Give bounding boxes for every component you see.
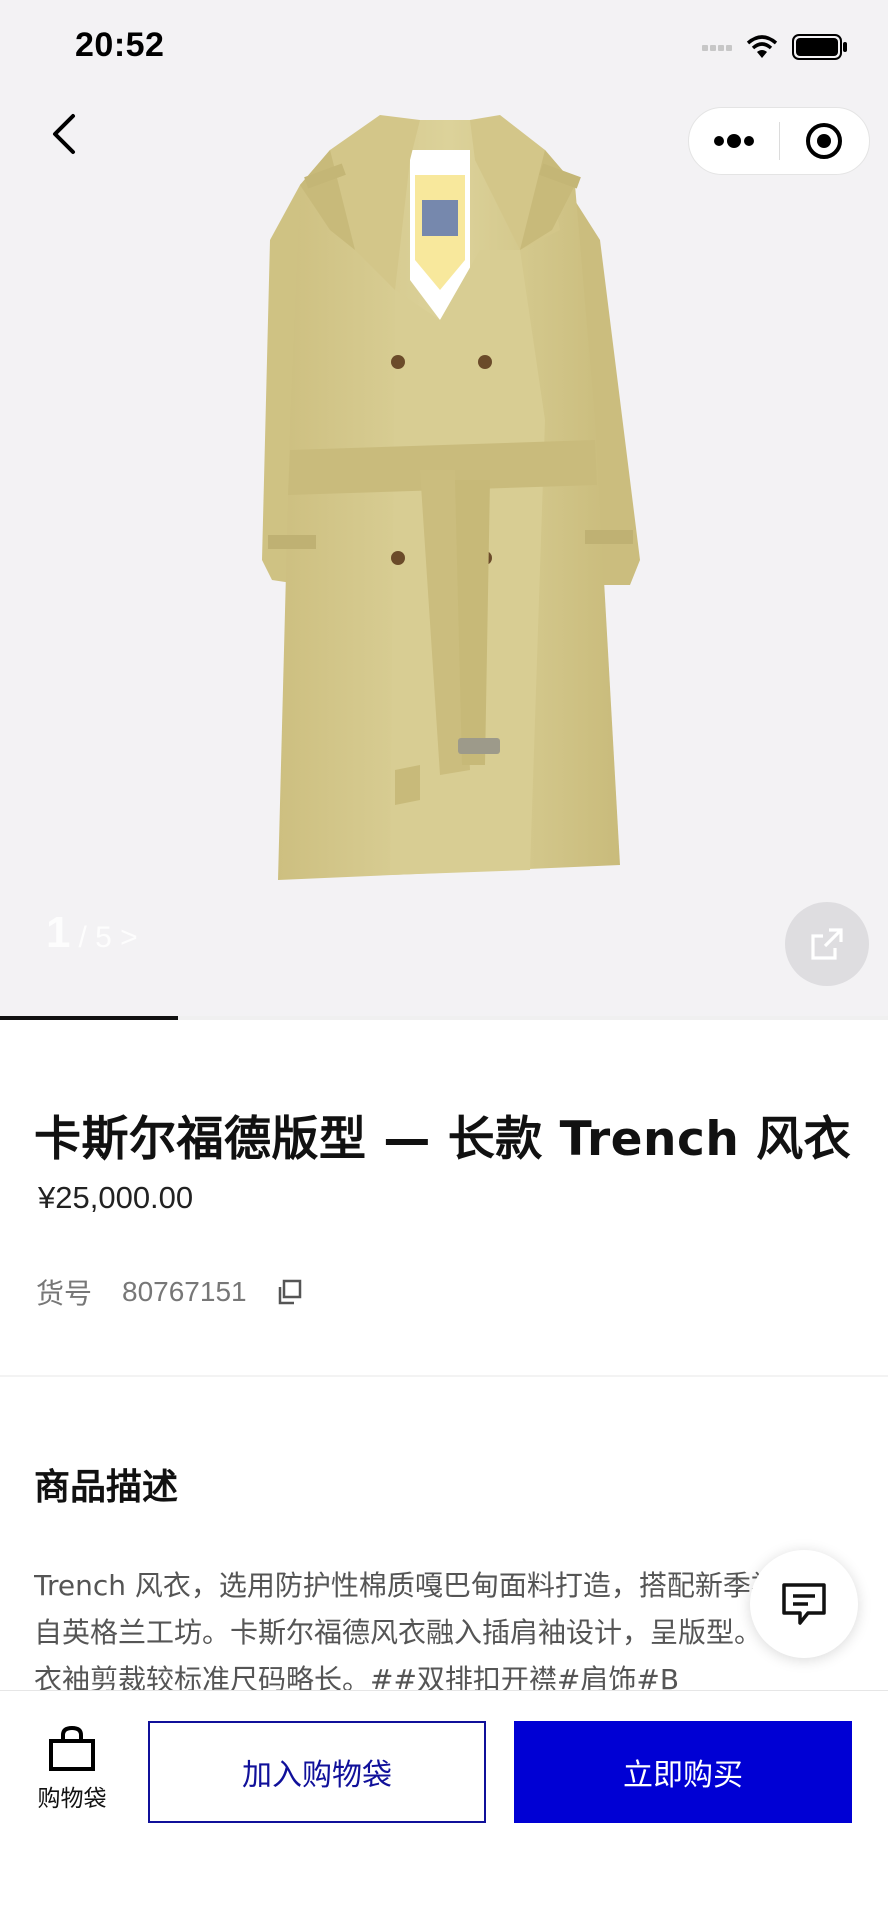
customer-service-button[interactable] (750, 1550, 858, 1658)
share-button[interactable] (785, 902, 869, 986)
shopping-bag-icon (49, 1725, 95, 1771)
wifi-icon (746, 35, 778, 58)
product-price: ¥25,000.00 (38, 1180, 194, 1215)
description-body: Trench 风衣，选用防护性棉质嘎巴甸面料打造，搭配新季衬，产自英格兰工坊。卡… (34, 1569, 847, 1694)
shopping-bag-label: 购物袋 (37, 1786, 107, 1812)
status-bar: 20:52 (0, 0, 888, 100)
sku-row: 货号 80767151 (36, 1272, 303, 1312)
share-out-icon (811, 928, 843, 960)
status-icons (702, 34, 848, 60)
target-circle-icon (806, 123, 843, 159)
image-counter-total: / 5 > (78, 921, 138, 954)
copy-icon[interactable] (275, 1278, 303, 1306)
image-counter: 1/ 5 > (46, 908, 138, 958)
signal-icon (702, 45, 732, 51)
shopping-bag-button[interactable]: 购物袋 (34, 1725, 110, 1813)
more-dots-icon (713, 134, 754, 148)
image-counter-current: 1 (46, 908, 71, 957)
battery-icon (792, 34, 847, 60)
section-divider (0, 1375, 888, 1377)
chevron-left-icon (53, 114, 75, 154)
more-button[interactable] (689, 108, 779, 174)
sku-value: 80767151 (122, 1276, 247, 1307)
sku-label: 货号 (36, 1277, 93, 1310)
description-heading: 商品描述 (34, 1467, 179, 1508)
gallery-progress-track (0, 1016, 888, 1020)
close-miniprogram-button[interactable] (780, 108, 870, 174)
status-time: 20:52 (75, 26, 165, 64)
miniprogram-capsule (688, 107, 870, 175)
product-title: 卡斯尔福德版型 — 长款 Trench 风衣 (34, 1112, 852, 1167)
bottom-action-bar: 购物袋 加入购物袋 立即购买 (0, 1690, 888, 1922)
buy-now-button[interactable]: 立即购买 (514, 1721, 852, 1823)
add-to-bag-button[interactable]: 加入购物袋 (148, 1721, 486, 1823)
chat-icon (782, 1583, 826, 1625)
gallery-progress-fill (0, 1016, 178, 1020)
back-button[interactable] (40, 105, 88, 163)
